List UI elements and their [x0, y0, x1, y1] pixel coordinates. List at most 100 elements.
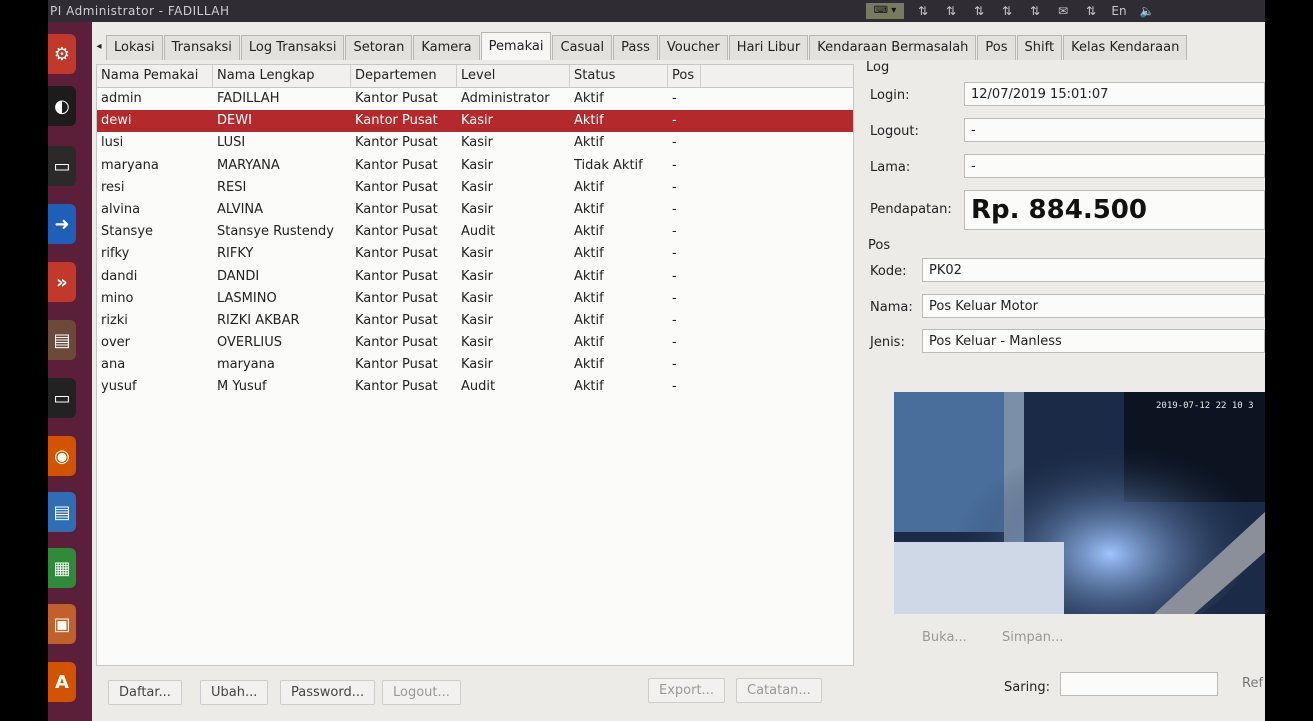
table-cell: Aktif	[574, 268, 604, 284]
refresh-button[interactable]: Ref	[1242, 676, 1263, 691]
network-icon[interactable]: ⇅	[970, 0, 988, 22]
password-button[interactable]: Password...	[280, 680, 376, 705]
table-row[interactable]: over OVERLIUS Kantor Pusat Kasir Aktif -	[97, 332, 853, 354]
arrow-app-icon[interactable]: ➜	[48, 204, 76, 244]
calc-icon[interactable]: ▦	[48, 548, 76, 588]
column-header[interactable]: Pos	[668, 65, 701, 87]
table-cell: ALVINA	[217, 201, 264, 217]
impress-icon[interactable]: ▣	[48, 604, 76, 644]
table-row[interactable]: rizki RIZKI AKBAR Kantor Pusat Kasir Aktif -	[97, 310, 853, 332]
saring-label: Saring:	[1004, 680, 1051, 695]
messaging-icon[interactable]: ✉	[1054, 0, 1072, 22]
table-body: admin FADILLAH Kantor Pusat Administrator Ak…	[97, 88, 853, 399]
login-field[interactable]: 12/07/2019 15:01:07	[964, 82, 1265, 106]
table-cell: Aktif	[574, 379, 604, 395]
settings-icon[interactable]: ⚙	[48, 34, 76, 74]
table-cell: Kantor Pusat	[355, 335, 438, 351]
terminal-icon[interactable]: ▭	[48, 378, 76, 418]
transfer-icon[interactable]: ⇅	[1082, 0, 1100, 22]
table-cell: yusuf	[101, 379, 137, 395]
writer-icon[interactable]: ▤	[48, 492, 76, 532]
table-row[interactable]: Stansye Stansye Rustendy Kantor Pusat Audit…	[97, 221, 853, 243]
admin-app-icon[interactable]: ◐	[48, 86, 76, 126]
monitor-icon[interactable]: ▭	[48, 146, 76, 186]
table-cell: Kantor Pusat	[355, 179, 438, 195]
drive-icon[interactable]: ▤	[48, 320, 76, 360]
table-cell: maryana	[217, 357, 275, 373]
table-cell: Kasir	[461, 312, 493, 328]
table-cell: DANDI	[217, 268, 260, 284]
column-header[interactable]: Status	[570, 65, 668, 87]
logout-button[interactable]: Logout...	[382, 680, 461, 705]
table-cell: -	[672, 312, 677, 328]
buka-button[interactable]: Buka...	[912, 626, 977, 649]
tab-hari-libur[interactable]: Hari Libur	[728, 35, 809, 60]
table-cell: LUSI	[217, 135, 246, 151]
table-row[interactable]: alvina ALVINA Kantor Pusat Kasir Aktif -	[97, 199, 853, 221]
table-row[interactable]: resi RESI Kantor Pusat Kasir Aktif -	[97, 177, 853, 199]
tab-casual[interactable]: Casual	[552, 35, 613, 60]
table-row[interactable]: yusuf M Yusuf Kantor Pusat Audit Aktif -	[97, 376, 853, 398]
tab-log-transaksi[interactable]: Log Transaksi	[240, 35, 345, 60]
daftar-button[interactable]: Daftar...	[108, 680, 182, 705]
forward-app-icon[interactable]: »	[48, 262, 76, 302]
column-header[interactable]: Nama Lengkap	[213, 65, 351, 87]
tab-scroll-left-icon[interactable]: ◂	[92, 34, 106, 60]
camera-image: 2019-07-12 22 10 3	[894, 392, 1265, 614]
table-cell: rizki	[101, 312, 128, 328]
table-cell: Kasir	[461, 357, 493, 373]
screen: PI Administrator - FADILLAH ⌨ ▾ ⇅ ⇅ ⇅ ⇅ …	[48, 0, 1265, 721]
table-row[interactable]: mino LASMINO Kantor Pusat Kasir Aktif -	[97, 288, 853, 310]
table-cell: Kantor Pusat	[355, 135, 438, 151]
table-cell: RIFKY	[217, 246, 254, 262]
tab-kamera[interactable]: Kamera	[413, 35, 480, 60]
language-icon[interactable]: En	[1110, 0, 1128, 22]
kode-label: Kode:	[870, 264, 907, 279]
tab-voucher[interactable]: Voucher	[658, 35, 728, 60]
nama-field[interactable]: Pos Keluar Motor	[922, 294, 1265, 318]
table-row[interactable]: dandi DANDI Kantor Pusat Kasir Aktif -	[97, 266, 853, 288]
catatan-button[interactable]: Catatan...	[736, 678, 822, 703]
table-cell: DEWI	[217, 113, 252, 129]
volume-icon[interactable]: 🔈	[1138, 0, 1156, 22]
logout-field[interactable]: -	[964, 118, 1265, 142]
tab-pemakai[interactable]: Pemakai	[480, 32, 552, 60]
tab-lokasi[interactable]: Lokasi	[106, 35, 163, 60]
pendapatan-value: Rp. 884.500	[964, 190, 1265, 230]
table-cell: Kantor Pusat	[355, 91, 438, 106]
network-icon[interactable]: ⇅	[914, 0, 932, 22]
login-label: Login:	[870, 88, 910, 103]
tab-setoran[interactable]: Setoran	[345, 35, 413, 60]
table-cell: Aktif	[574, 357, 604, 373]
tab-transaksi[interactable]: Transaksi	[163, 35, 240, 60]
jenis-field[interactable]: Pos Keluar - Manless	[922, 329, 1265, 353]
simpan-button[interactable]: Simpan...	[992, 626, 1073, 649]
firefox-icon[interactable]: ◉	[48, 436, 76, 476]
table-cell: dewi	[101, 113, 132, 129]
column-header[interactable]: Departemen	[351, 65, 457, 87]
lama-field[interactable]: -	[964, 154, 1265, 178]
column-header[interactable]: Level	[457, 65, 570, 87]
network-icon[interactable]: ⇅	[1026, 0, 1044, 22]
table-cell: resi	[101, 179, 125, 195]
user-table: Nama Pemakai Nama Lengkap Departemen Lev…	[96, 64, 854, 666]
saring-input[interactable]	[1060, 672, 1218, 696]
table-row[interactable]: rifky RIFKY Kantor Pusat Kasir Aktif -	[97, 243, 853, 265]
table-row[interactable]: admin FADILLAH Kantor Pusat Administrator Ak…	[97, 88, 853, 110]
kode-field[interactable]: PK02	[922, 258, 1265, 282]
table-row[interactable]: lusi LUSI Kantor Pusat Kasir Aktif -	[97, 132, 853, 154]
table-cell: Kasir	[461, 335, 493, 351]
network-icon[interactable]: ⇅	[942, 0, 960, 22]
export-button[interactable]: Export...	[648, 678, 725, 703]
table-row[interactable]: ana maryana Kantor Pusat Kasir Aktif -	[97, 354, 853, 376]
keyboard-layout-icon[interactable]: ⌨ ▾	[866, 3, 904, 19]
ubah-button[interactable]: Ubah...	[200, 680, 269, 705]
table-cell: Stansye	[101, 224, 154, 240]
table-row[interactable]: dewi DEWI Kantor Pusat Kasir Aktif -	[97, 110, 853, 133]
table-row[interactable]: maryana MARYANA Kantor Pusat Kasir Tidak Akt…	[97, 155, 853, 177]
software-center-icon[interactable]: A	[48, 662, 76, 702]
network-icon[interactable]: ⇅	[998, 0, 1016, 22]
tab-pass[interactable]: Pass	[613, 35, 658, 60]
table-cell: RESI	[217, 179, 247, 195]
column-header[interactable]: Nama Pemakai	[97, 65, 213, 87]
